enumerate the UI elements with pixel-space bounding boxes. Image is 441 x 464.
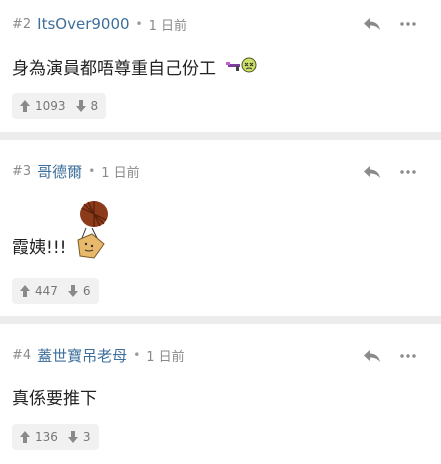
more-icon bbox=[400, 170, 416, 174]
post-meta: #3 哥德爾 • 1 日前 bbox=[12, 161, 140, 181]
post-content: 霞姨!!! bbox=[12, 196, 112, 262]
post-number: #2 bbox=[12, 16, 32, 32]
post-2: #2 ItsOver9000 • 1 日前 身為演員都唔尊重自己份工 1093 … bbox=[0, 0, 441, 128]
post-text: 身為演員都唔尊重自己份工 bbox=[12, 58, 216, 79]
reply-icon bbox=[364, 18, 380, 30]
post-content: 真係要推下 bbox=[12, 384, 97, 409]
upvote-count: 1093 bbox=[35, 99, 66, 113]
more-button[interactable] bbox=[394, 344, 422, 368]
post-number: #3 bbox=[12, 163, 32, 179]
post-number: #4 bbox=[12, 347, 32, 363]
reply-icon bbox=[364, 350, 380, 362]
downvote-button[interactable]: 8 bbox=[75, 99, 99, 113]
post-content: 身為演員都唔尊重自己份工 bbox=[12, 54, 260, 79]
post-3: #3 哥德爾 • 1 日前 霞姨!!! 447 6 bbox=[0, 140, 441, 312]
meta-separator: • bbox=[135, 17, 143, 31]
reply-button[interactable] bbox=[358, 160, 386, 184]
username-link[interactable]: 哥德爾 bbox=[37, 161, 82, 182]
downvote-count: 6 bbox=[82, 284, 91, 298]
username-link[interactable]: ItsOver9000 bbox=[37, 15, 129, 33]
upvote-button[interactable]: 447 bbox=[20, 284, 58, 298]
post-meta: #2 ItsOver9000 • 1 日前 bbox=[12, 14, 187, 34]
reply-button[interactable] bbox=[358, 12, 386, 36]
downvote-count: 3 bbox=[82, 430, 91, 444]
more-button[interactable] bbox=[394, 160, 422, 184]
post-divider bbox=[0, 316, 441, 324]
username-link[interactable]: 蓋世寶吊老母 bbox=[37, 345, 127, 366]
more-icon bbox=[400, 354, 416, 358]
up-arrow-icon bbox=[20, 431, 30, 443]
up-arrow-icon bbox=[20, 100, 30, 112]
post-text: 霞姨!!! bbox=[12, 238, 67, 258]
vote-bar: 447 6 bbox=[12, 278, 99, 304]
vote-bar: 1093 8 bbox=[12, 93, 107, 119]
downvote-button[interactable]: 6 bbox=[67, 284, 91, 298]
downvote-count: 8 bbox=[90, 99, 99, 113]
upvote-button[interactable]: 136 bbox=[20, 430, 58, 444]
post-meta: #4 蓋世寶吊老母 • 1 日前 bbox=[12, 345, 185, 365]
meta-separator: • bbox=[88, 164, 96, 178]
vote-bar: 136 3 bbox=[12, 424, 99, 450]
upvote-count: 447 bbox=[35, 284, 58, 298]
fan-dancer-emoji bbox=[77, 201, 109, 259]
up-arrow-icon bbox=[20, 285, 30, 297]
post-divider bbox=[0, 132, 441, 140]
post-time: 1 日前 bbox=[146, 349, 185, 365]
post-time: 1 日前 bbox=[148, 18, 188, 34]
down-arrow-icon bbox=[67, 431, 78, 443]
reply-button[interactable] bbox=[358, 344, 386, 368]
reply-icon bbox=[364, 166, 380, 178]
downvote-button[interactable]: 3 bbox=[67, 430, 91, 444]
meta-separator: • bbox=[133, 348, 141, 362]
gun-smiley-emoji bbox=[226, 57, 257, 73]
more-icon bbox=[400, 22, 416, 26]
down-arrow-icon bbox=[75, 100, 86, 112]
post-time: 1 日前 bbox=[101, 165, 140, 181]
upvote-button[interactable]: 1093 bbox=[20, 99, 66, 113]
post-text: 真係要推下 bbox=[12, 388, 97, 409]
post-4: #4 蓋世寶吊老母 • 1 日前 真係要推下 136 3 bbox=[0, 324, 441, 464]
upvote-count: 136 bbox=[35, 430, 58, 444]
more-button[interactable] bbox=[394, 12, 422, 36]
down-arrow-icon bbox=[67, 285, 78, 297]
